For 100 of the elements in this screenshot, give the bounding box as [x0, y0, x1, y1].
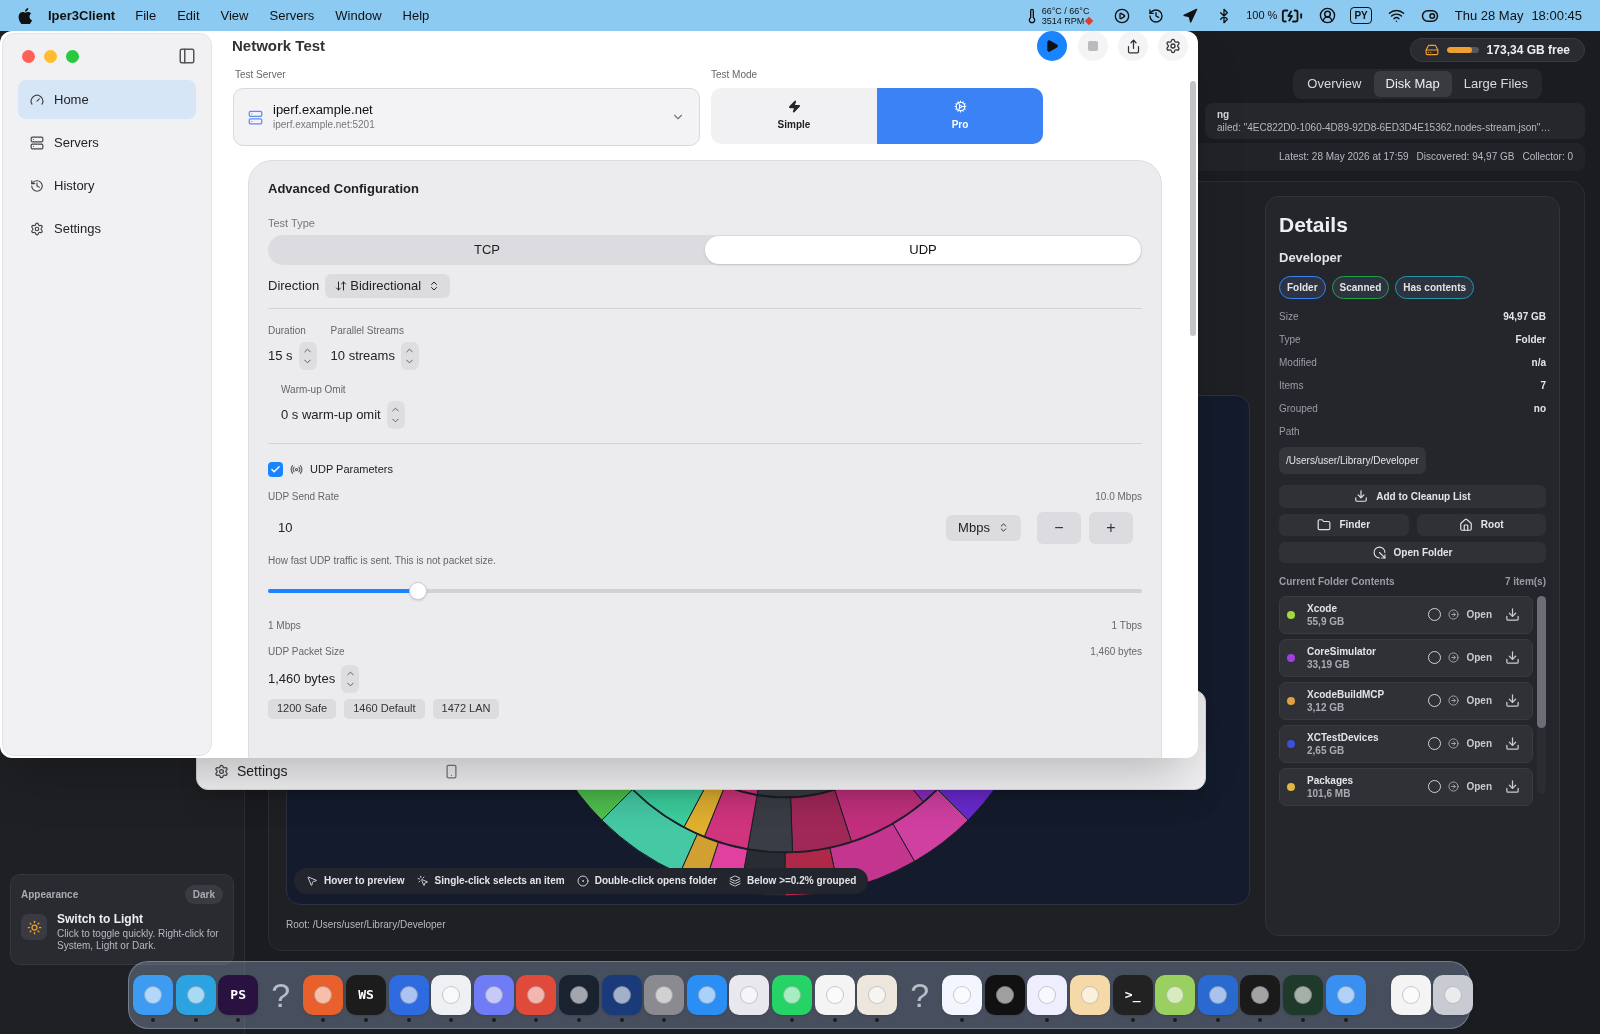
history-icon[interactable] [1148, 7, 1165, 24]
menu-item[interactable]: Servers [269, 5, 315, 26]
switch-heading[interactable]: Switch to Light [57, 910, 223, 928]
property-value: no [1533, 401, 1546, 416]
play-button[interactable] [1037, 31, 1067, 61]
sidebar-item[interactable]: Home [18, 80, 196, 119]
arrow-circle-icon[interactable] [1448, 781, 1460, 792]
app-icon[interactable] [857, 974, 898, 1015]
app-placeholder[interactable]: ? [899, 974, 940, 1015]
tag: Folder [1279, 275, 1326, 299]
server-icon [248, 109, 263, 125]
dot-icon [576, 874, 589, 887]
download-icon[interactable] [1505, 607, 1520, 622]
menu-item[interactable]: File [135, 5, 157, 26]
battery-percentage[interactable]: 100 % [1246, 7, 1278, 24]
test-type-tab[interactable]: TCP [269, 236, 705, 264]
test-type-tab[interactable]: UDP [705, 236, 1141, 264]
open-link[interactable]: Open [1466, 607, 1492, 622]
user-icon[interactable] [1319, 7, 1337, 24]
open-link[interactable]: Open [1466, 779, 1492, 794]
finder-button[interactable]: Finder [1279, 513, 1409, 536]
sidebar-item[interactable]: Servers [18, 123, 196, 162]
open-link[interactable]: Open [1466, 736, 1492, 751]
menu-item[interactable]: Edit [177, 5, 200, 26]
checkbox[interactable] [268, 461, 283, 477]
app-placeholder[interactable]: ? [260, 974, 301, 1015]
rate-input[interactable]: 10 [268, 511, 938, 544]
preset-chip[interactable]: 1200 Safe [268, 698, 337, 719]
folder-item[interactable]: XcodeBuildMCP 3,12 GB Open [1279, 681, 1533, 720]
folder-item[interactable]: XCTestDevices 2,65 GB Open [1279, 724, 1533, 763]
direction-dropdown[interactable]: Bidirectional [325, 274, 451, 298]
settings-title[interactable]: Settings [237, 760, 288, 782]
open-link[interactable]: Open [1466, 693, 1492, 708]
property-value: 7 [1540, 378, 1546, 393]
add-to-cleanup-button[interactable]: Add to Cleanup List [1279, 484, 1546, 508]
folder-item[interactable]: Packages 101,6 MB Open [1279, 767, 1533, 806]
theme-button[interactable] [21, 914, 47, 940]
app-icon[interactable] [1155, 974, 1196, 1015]
field-label: Duration [268, 324, 307, 338]
unit-dropdown[interactable]: Mbps [946, 514, 1021, 541]
menu-item[interactable]: View [220, 5, 249, 26]
menu-date[interactable]: Thu 28 May [1454, 5, 1524, 26]
root-button[interactable]: Root [1416, 513, 1546, 536]
gear-icon [953, 100, 967, 113]
pointer-icon [306, 874, 318, 887]
app-icon[interactable] [1433, 974, 1474, 1015]
mode-option[interactable]: Pro [877, 88, 1043, 144]
server-icon [30, 135, 44, 150]
preset-chip[interactable]: 1460 Default [344, 698, 425, 719]
close-button[interactable] [22, 49, 35, 63]
view-tab[interactable]: Disk Map [1373, 71, 1452, 97]
property-value: 94,97 GB [1503, 309, 1546, 324]
preset-chip[interactable]: 1472 LAN [432, 698, 500, 719]
sidebar-item[interactable]: History [18, 166, 196, 205]
download-icon[interactable] [1505, 779, 1520, 794]
field-label: Test Mode [711, 68, 759, 82]
status-badge[interactable]: PY [1350, 7, 1372, 24]
app-icon[interactable] [1240, 974, 1281, 1015]
menu-app-name[interactable]: Iper3Client [48, 5, 116, 26]
location-icon[interactable] [1182, 7, 1199, 24]
app-icon[interactable] [431, 974, 472, 1015]
app-icon[interactable] [1070, 974, 1111, 1015]
mode-option[interactable]: Simple [711, 88, 877, 144]
arrow-circle-icon[interactable] [1448, 652, 1460, 663]
view-tab[interactable]: Overview [1295, 71, 1374, 97]
open-link[interactable]: Open [1466, 650, 1492, 665]
sidebar-item[interactable]: Settings [18, 209, 196, 248]
settings-icon[interactable] [214, 763, 229, 779]
download-icon[interactable] [1505, 650, 1520, 665]
broadcast-icon [290, 462, 303, 476]
apple-icon[interactable] [18, 7, 32, 24]
download-icon[interactable] [1505, 736, 1520, 751]
packet-size-reading: 1,460 bytes [1090, 644, 1142, 659]
wifi-icon[interactable] [1387, 7, 1405, 24]
open-folder-button[interactable]: Open Folder [1279, 541, 1546, 563]
play-circle-icon[interactable] [1114, 7, 1131, 24]
mode-badge[interactable]: Dark [184, 885, 223, 904]
phone-icon[interactable] [443, 764, 459, 779]
folder-item[interactable]: CoreSimulator 33,19 GB Open [1279, 638, 1533, 677]
rate-slider[interactable] [268, 581, 1142, 600]
arrow-circle-icon[interactable] [1448, 738, 1460, 749]
download-icon[interactable] [1505, 693, 1520, 708]
app-icon[interactable]: PS [218, 974, 259, 1015]
menu-item[interactable]: Help [402, 5, 430, 26]
app-icon[interactable] [1027, 974, 1068, 1015]
menu-time[interactable]: 18:00:45 [1531, 5, 1582, 26]
checkbox-label[interactable]: UDP Parameters [310, 461, 393, 478]
arrow-circle-icon[interactable] [1448, 609, 1460, 620]
settings-button[interactable] [1158, 31, 1188, 61]
folder-item[interactable]: Xcode 55,9 GB Open [1279, 595, 1533, 634]
increment-button[interactable]: + [1089, 511, 1133, 544]
view-tab[interactable]: Large Files [1451, 71, 1540, 97]
menu-item[interactable]: Window [335, 5, 382, 26]
app-icon[interactable] [729, 974, 770, 1015]
app-icon[interactable] [942, 974, 983, 1015]
share-button[interactable] [1118, 31, 1148, 61]
server-dropdown[interactable]: iperf.example.net iperf.example.net:5201 [233, 88, 700, 146]
decrement-button[interactable]: − [1037, 511, 1081, 544]
sidebar-toggle-icon[interactable] [178, 47, 196, 65]
arrow-circle-icon[interactable] [1448, 695, 1460, 706]
